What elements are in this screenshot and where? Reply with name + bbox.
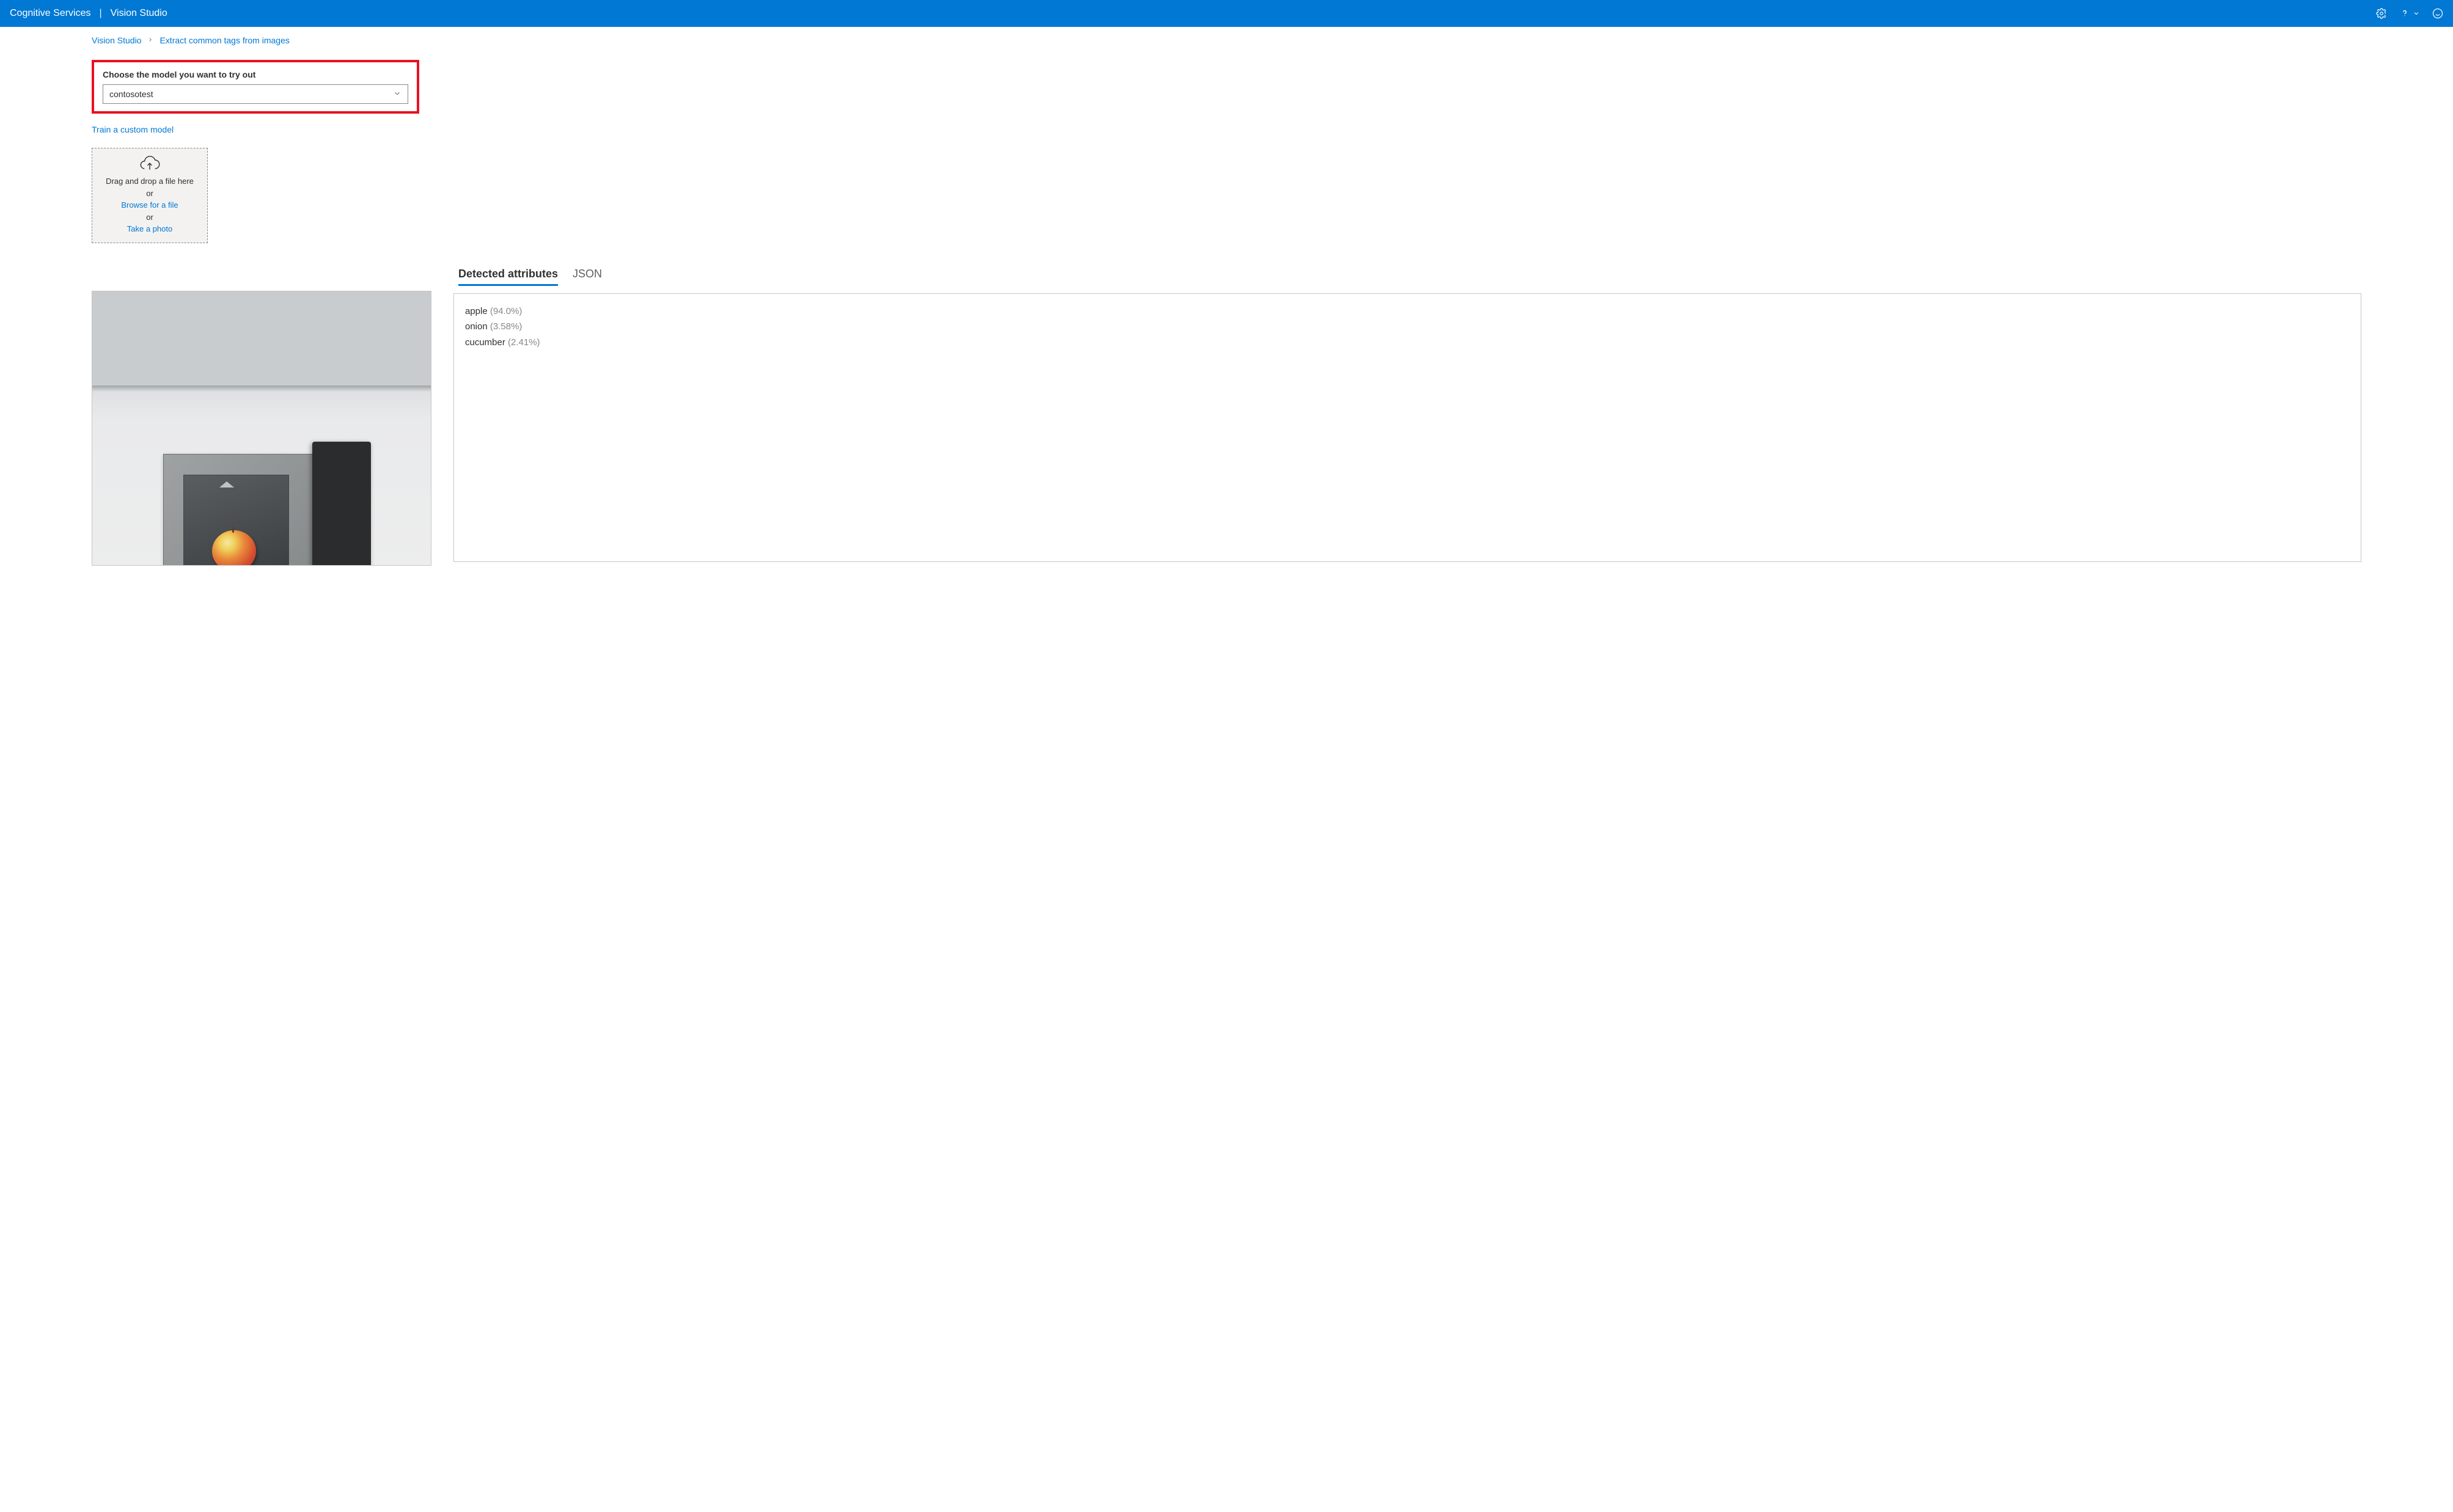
preview-illustration xyxy=(92,291,431,566)
take-photo-link[interactable]: Take a photo xyxy=(96,223,204,235)
dropzone-or-1: or xyxy=(96,188,204,200)
results-panel: apple (94.0%) onion (3.58%) cucumber (2.… xyxy=(453,293,2361,562)
image-column xyxy=(92,291,431,566)
model-dropdown-value: contosotest xyxy=(109,89,153,99)
result-confidence: (94.0%) xyxy=(490,306,522,316)
results-column: Detected attributes JSON apple (94.0%) o… xyxy=(453,264,2361,562)
app-label: Vision Studio xyxy=(111,8,167,19)
dropzone-text-line1: Drag and drop a file here xyxy=(96,175,204,188)
result-name: apple xyxy=(465,306,488,316)
brand-label: Cognitive Services xyxy=(10,8,91,19)
tab-json[interactable]: JSON xyxy=(573,264,602,286)
input-image-preview[interactable] xyxy=(92,291,431,566)
breadcrumb-root[interactable]: Vision Studio xyxy=(92,35,141,45)
chevron-down-icon xyxy=(2413,10,2420,17)
chevron-down-icon xyxy=(393,89,402,100)
file-dropzone[interactable]: Drag and drop a file here or Browse for … xyxy=(92,148,208,243)
breadcrumb: Vision Studio Extract common tags from i… xyxy=(92,35,2361,45)
result-row-0: apple (94.0%) xyxy=(465,304,2350,320)
help-dropdown[interactable] xyxy=(2399,8,2420,19)
header-actions xyxy=(2376,8,2443,19)
results-row: Detected attributes JSON apple (94.0%) o… xyxy=(92,264,2361,566)
settings-icon[interactable] xyxy=(2376,8,2387,19)
upload-icon xyxy=(139,156,161,173)
result-row-2: cucumber (2.41%) xyxy=(465,335,2350,351)
breadcrumb-current[interactable]: Extract common tags from images xyxy=(160,35,289,45)
app-header: Cognitive Services | Vision Studio xyxy=(0,0,2453,27)
chevron-right-icon xyxy=(147,36,153,45)
model-select-label: Choose the model you want to try out xyxy=(103,70,408,79)
dropzone-or-2: or xyxy=(96,211,204,224)
result-name: onion xyxy=(465,321,488,332)
model-select-panel: Choose the model you want to try out con… xyxy=(92,60,419,114)
browse-file-link[interactable]: Browse for a file xyxy=(96,199,204,211)
header-title-group: Cognitive Services | Vision Studio xyxy=(10,8,167,19)
result-row-1: onion (3.58%) xyxy=(465,319,2350,335)
result-tabs: Detected attributes JSON xyxy=(453,264,2361,286)
tab-detected-attributes[interactable]: Detected attributes xyxy=(458,264,558,286)
result-name: cucumber xyxy=(465,337,505,348)
page-content: Vision Studio Extract common tags from i… xyxy=(0,27,2453,566)
header-divider: | xyxy=(100,8,102,19)
result-confidence: (3.58%) xyxy=(490,321,522,332)
train-model-link[interactable]: Train a custom model xyxy=(92,125,174,134)
result-confidence: (2.41%) xyxy=(508,337,540,348)
feedback-icon[interactable] xyxy=(2432,8,2443,19)
model-dropdown[interactable]: contosotest xyxy=(103,84,408,104)
